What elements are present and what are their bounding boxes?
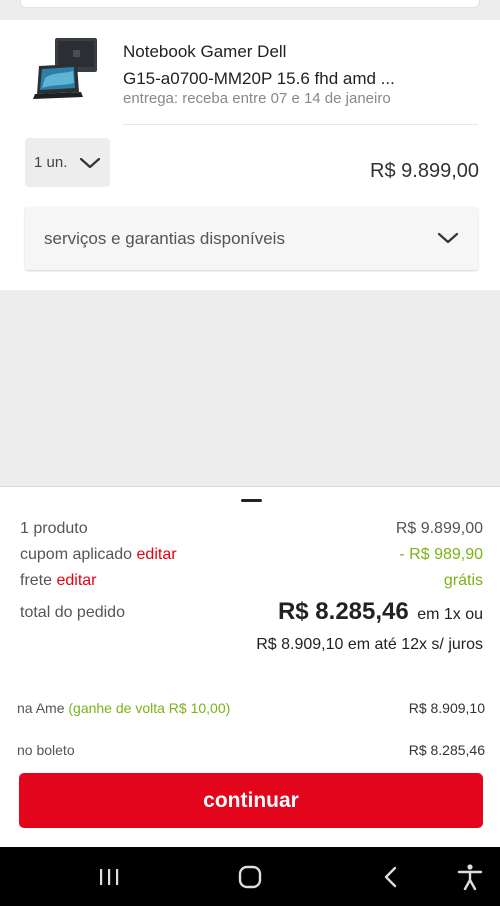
ame-label: na Ame	[17, 700, 65, 716]
cart-item-card: Notebook Gamer Dell G15-a0700-MM20P 15.6…	[0, 20, 500, 290]
boleto-value: R$ 8.285,46	[408, 742, 485, 758]
accessibility-icon[interactable]	[454, 861, 486, 893]
sheet-drag-handle[interactable]	[241, 499, 262, 502]
back-icon[interactable]	[375, 861, 407, 893]
product-title[interactable]: Notebook Gamer Dell G15-a0700-MM20P 15.6…	[123, 38, 463, 92]
items-subtotal: R$ 9.899,00	[395, 520, 483, 537]
total-suffix: em 1x ou	[417, 606, 483, 623]
coupon-discount: - R$ 989,90	[399, 546, 483, 563]
shipping-label: frete	[20, 572, 53, 589]
home-icon[interactable]	[234, 861, 266, 893]
coupon-row: cupom aplicado editar	[20, 546, 177, 564]
shipping-edit-link[interactable]: editar	[56, 572, 96, 589]
product-title-line2: G15-a0700-MM20P 15.6 fhd amd ...	[123, 69, 395, 88]
boleto-label: no boleto	[17, 742, 75, 758]
coupon-edit-link[interactable]: editar	[137, 546, 177, 563]
previous-card	[20, 0, 480, 8]
laptop-image[interactable]	[33, 36, 99, 100]
continue-button[interactable]: continuar	[19, 773, 483, 828]
shipping-value: grátis	[443, 572, 483, 589]
total-row: R$ 8.285,46 em 1x ou	[278, 598, 483, 626]
product-price: R$ 9.899,00	[370, 160, 479, 182]
recent-apps-icon[interactable]	[93, 861, 125, 893]
ame-value: R$ 8.909,10	[408, 700, 485, 716]
delivery-estimate: entrega: receba entre 07 e 14 de janeiro	[123, 90, 391, 107]
services-warranty-dropdown[interactable]: serviços e garantias disponíveis	[25, 207, 478, 270]
previous-card-edge	[0, 0, 500, 20]
quantity-select[interactable]: 1 un.	[25, 138, 110, 187]
android-navigation-bar	[0, 847, 500, 906]
total-value: R$ 8.285,46	[277, 598, 409, 625]
chevron-down-icon	[80, 157, 101, 168]
shipping-row: frete editar	[20, 572, 97, 590]
installments-info: R$ 8.909,10 em até 12x s/ juros	[256, 636, 483, 653]
ame-cashback: (ganhe de volta R$ 10,00)	[68, 700, 231, 716]
quantity-label: 1 un.	[34, 154, 68, 171]
ame-payment-row: na Ame (ganhe de volta R$ 10,00)	[17, 700, 230, 716]
services-label: serviços e garantias disponíveis	[44, 228, 285, 248]
divider	[123, 124, 478, 125]
product-title-line1: Notebook Gamer Dell	[123, 42, 287, 61]
chevron-down-icon	[437, 232, 459, 244]
items-count-label: 1 produto	[20, 520, 88, 537]
total-label: total do pedido	[20, 604, 125, 621]
coupon-label: cupom aplicado	[20, 546, 133, 563]
order-summary-sheet: 1 produto R$ 9.899,00 cupom aplicado edi…	[0, 486, 500, 847]
